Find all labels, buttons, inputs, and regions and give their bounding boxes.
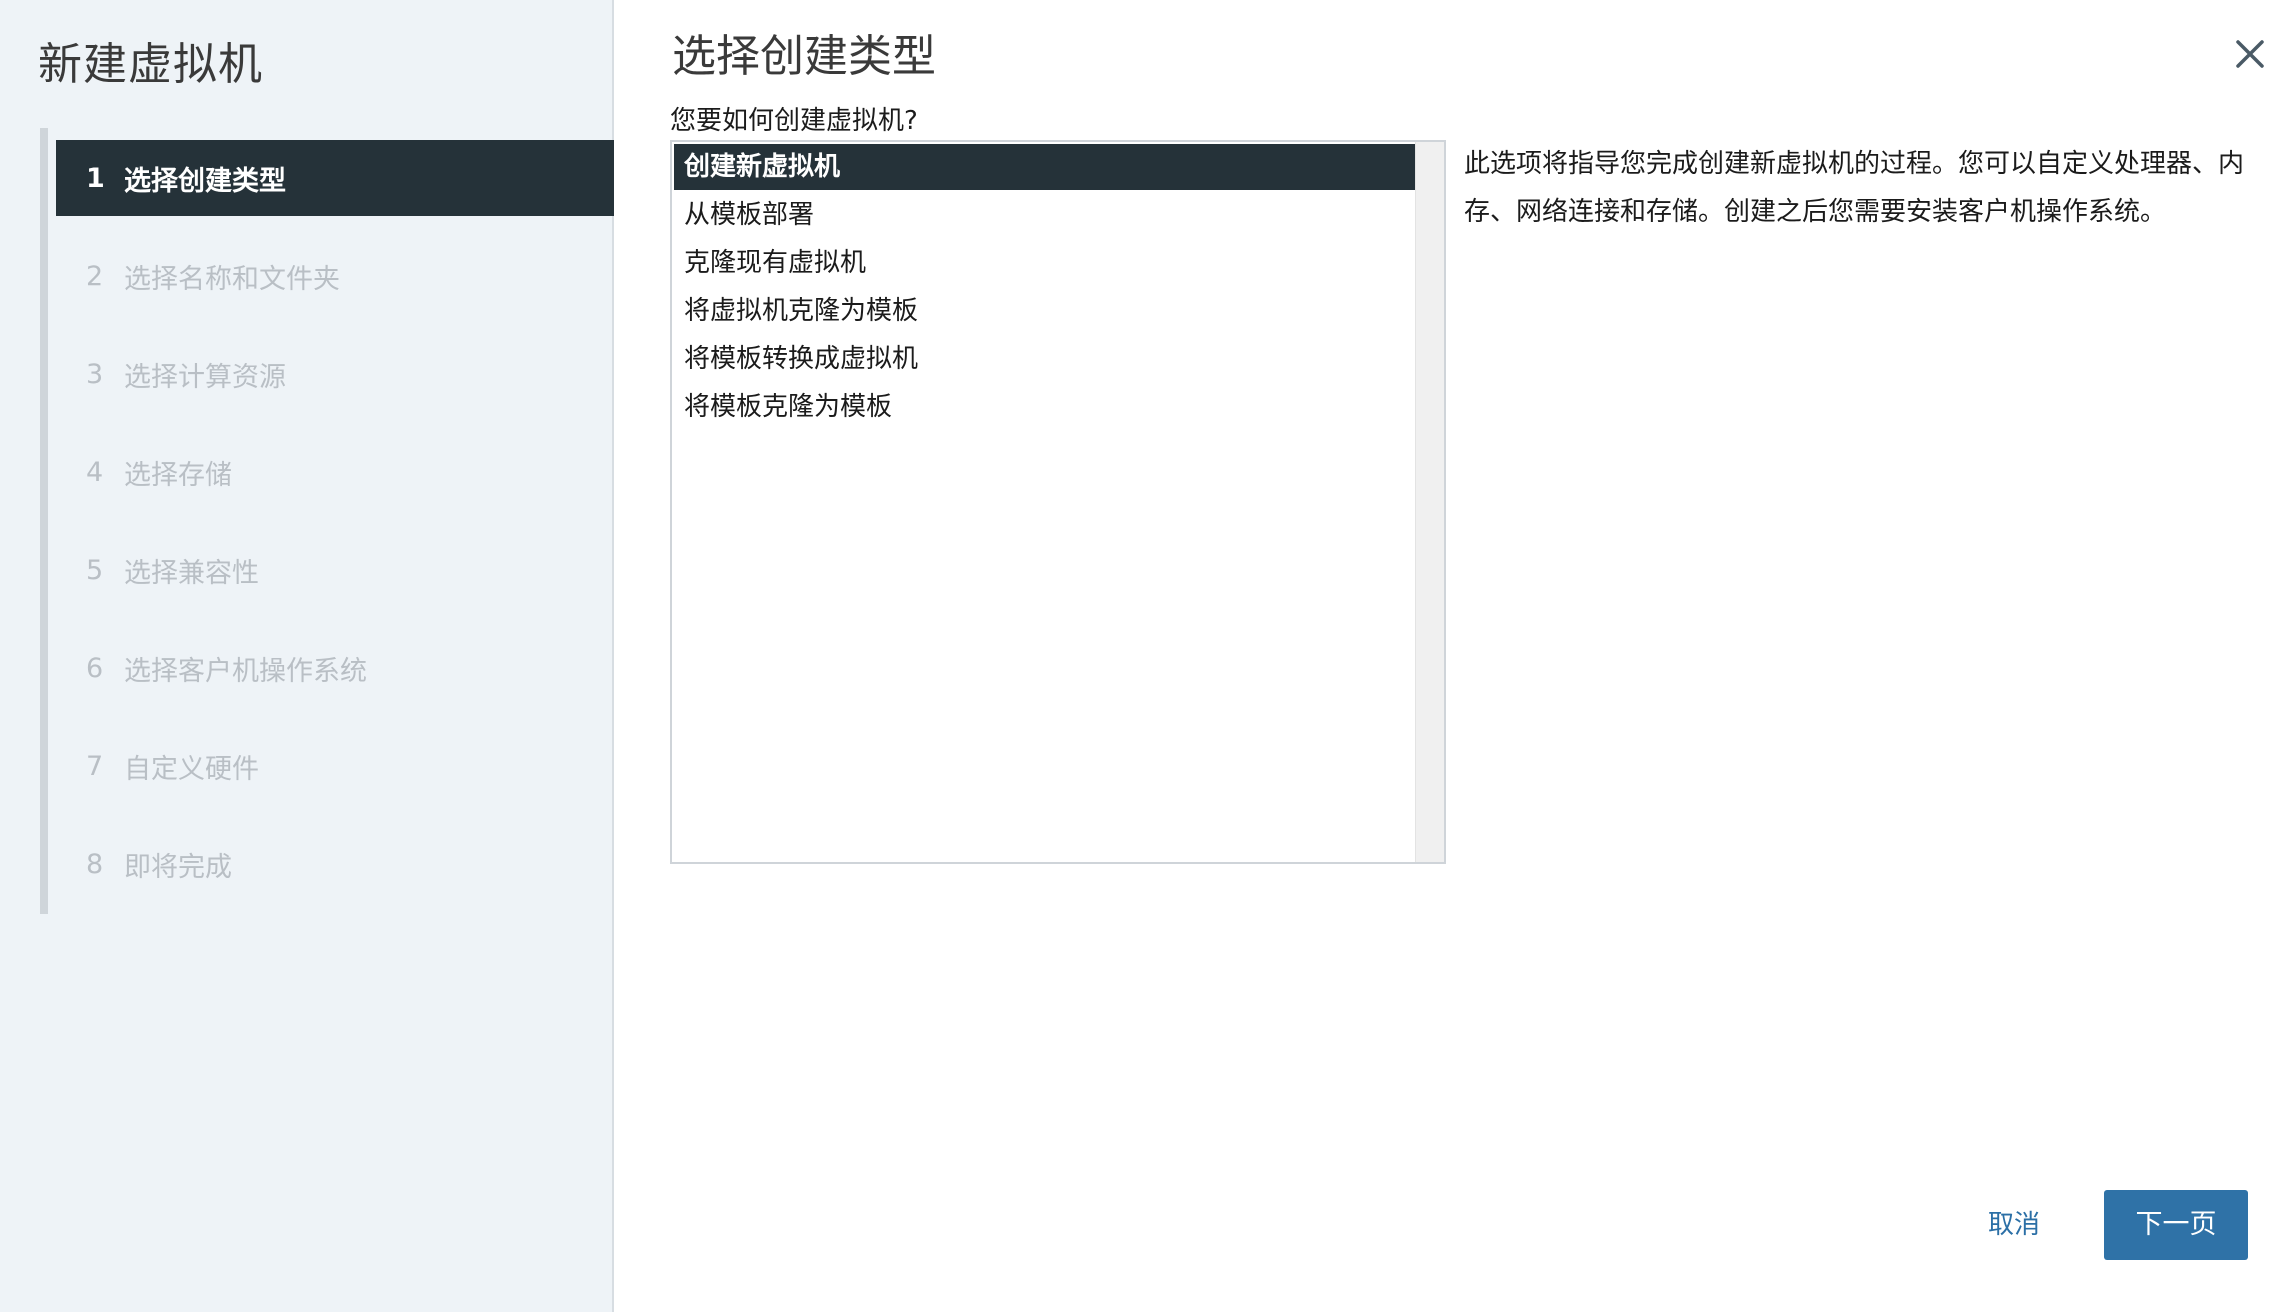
step-number: 2 (86, 260, 104, 292)
page-title: 选择创建类型 (672, 31, 936, 82)
type-description: 此选项将指导您完成创建新虚拟机的过程。您可以自定义处理器、内存、网络连接和存储。… (1464, 149, 2245, 227)
step-number: 6 (86, 652, 104, 684)
wizard-step-1[interactable]: 1 选择创建类型 (56, 140, 614, 216)
creation-type-prompt: 您要如何创建虚拟机? (670, 106, 918, 136)
listbox-scrollbar[interactable] (1415, 142, 1444, 862)
wizard-sidebar: 新建虚拟机 1 选择创建类型 2 选择名称和文件夹 3 选择计算资源 4 选择存… (0, 0, 614, 1312)
close-icon (2236, 40, 2264, 68)
wizard-step-7: 7 自定义硬件 (56, 728, 614, 804)
step-progress-rail (40, 128, 48, 914)
creation-type-listbox[interactable]: 创建新虚拟机 从模板部署 克隆现有虚拟机 将虚拟机克隆为模板 将模板转换成虚拟机… (670, 140, 1446, 864)
step-number: 1 (86, 162, 105, 194)
step-label: 选择客户机操作系统 (124, 655, 367, 687)
wizard-title: 新建虚拟机 (38, 39, 263, 90)
wizard-content: 选择创建类型 您要如何创建虚拟机? 创建新虚拟机 从模板部署 克隆现有虚拟机 将… (614, 0, 2296, 1312)
step-number: 7 (86, 750, 104, 782)
type-option-clone-vm-to-template[interactable]: 将虚拟机克隆为模板 (674, 288, 1418, 334)
step-label: 选择名称和文件夹 (124, 263, 340, 295)
wizard-step-2: 2 选择名称和文件夹 (56, 238, 614, 314)
type-option-clone-template-to-template[interactable]: 将模板克隆为模板 (674, 384, 1418, 430)
step-number: 8 (86, 848, 104, 880)
next-button[interactable]: 下一页 (2104, 1190, 2248, 1260)
creation-type-options: 创建新虚拟机 从模板部署 克隆现有虚拟机 将虚拟机克隆为模板 将模板转换成虚拟机… (672, 142, 1418, 430)
step-label: 即将完成 (124, 851, 232, 883)
step-number: 5 (86, 554, 104, 586)
wizard-step-3: 3 选择计算资源 (56, 336, 614, 412)
wizard-step-6: 6 选择客户机操作系统 (56, 630, 614, 706)
wizard-step-4: 4 选择存储 (56, 434, 614, 510)
step-label: 自定义硬件 (124, 753, 259, 785)
type-option-convert-template-to-vm[interactable]: 将模板转换成虚拟机 (674, 336, 1418, 382)
step-label: 选择存储 (124, 459, 232, 491)
type-option-create-new-vm[interactable]: 创建新虚拟机 (674, 144, 1418, 190)
wizard-step-8: 8 即将完成 (56, 826, 614, 902)
wizard-step-5: 5 选择兼容性 (56, 532, 614, 608)
step-number: 4 (86, 456, 104, 488)
cancel-button[interactable]: 取消 (1964, 1190, 2064, 1260)
step-number: 3 (86, 358, 104, 390)
wizard-step-list: 1 选择创建类型 2 选择名称和文件夹 3 选择计算资源 4 选择存储 5 选择… (56, 140, 614, 924)
close-button[interactable] (2230, 34, 2270, 74)
step-label: 选择兼容性 (124, 557, 259, 589)
step-label: 选择创建类型 (124, 165, 286, 197)
type-option-deploy-from-template[interactable]: 从模板部署 (674, 192, 1418, 238)
new-vm-wizard: 新建虚拟机 1 选择创建类型 2 选择名称和文件夹 3 选择计算资源 4 选择存… (0, 0, 2296, 1312)
step-label: 选择计算资源 (124, 361, 286, 393)
type-option-clone-vm[interactable]: 克隆现有虚拟机 (674, 240, 1418, 286)
